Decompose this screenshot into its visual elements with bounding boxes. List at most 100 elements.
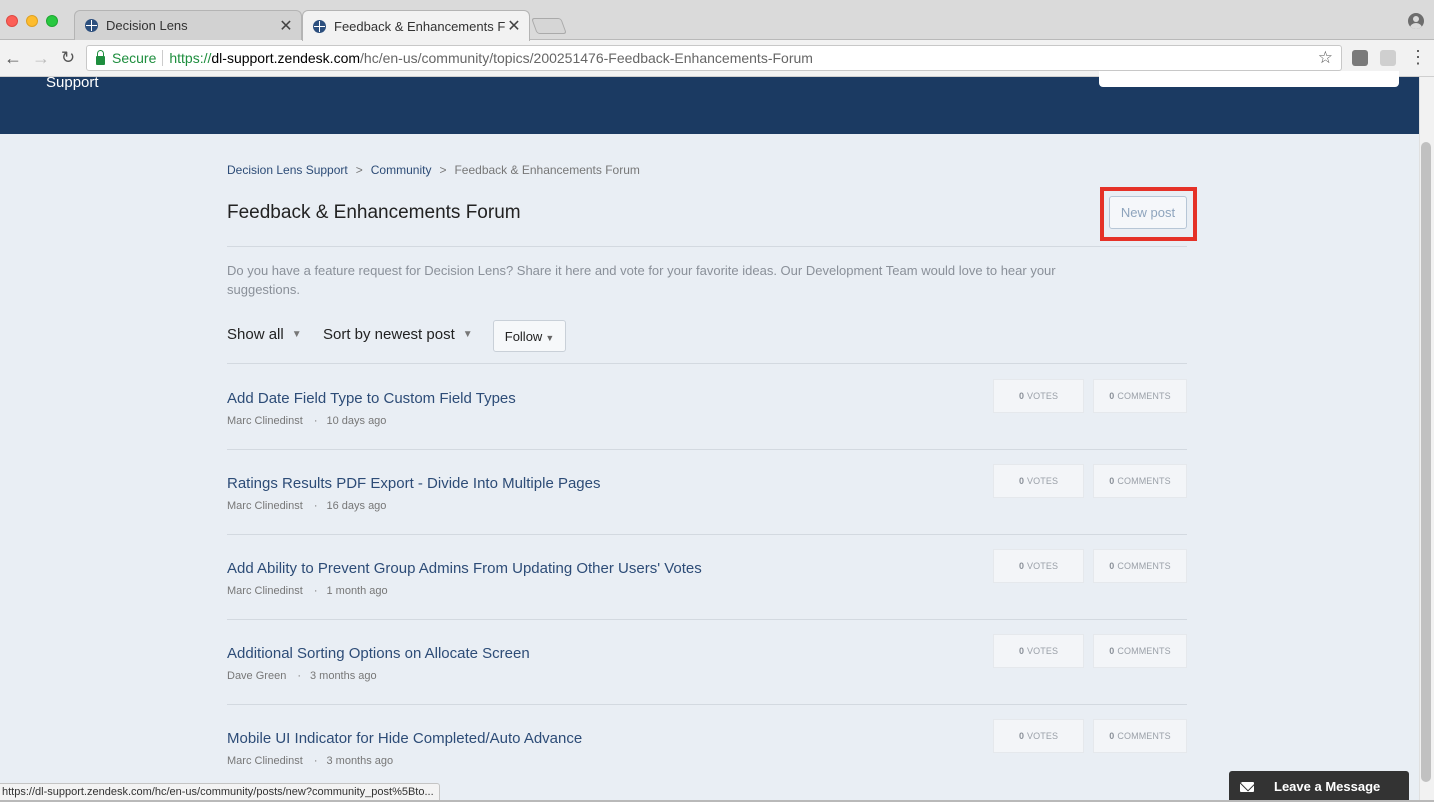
chevron-down-icon: ▼ xyxy=(545,332,555,343)
lock-icon xyxy=(96,49,105,65)
browser-tab-feedback-forum[interactable]: Feedback & Enhancements Fo ✕ xyxy=(302,10,530,41)
tab-title: Decision Lens xyxy=(106,18,188,33)
comment-count: 0 xyxy=(1109,561,1115,571)
post-author[interactable]: Marc Clinedinst xyxy=(227,755,303,767)
breadcrumb-separator: > xyxy=(355,163,363,177)
post-author[interactable]: Marc Clinedinst xyxy=(227,415,303,427)
vote-count-badge: 0 VOTES xyxy=(993,379,1084,413)
post-author[interactable]: Dave Green xyxy=(227,670,286,682)
post-meta: Marc Clinedinst · 16 days ago xyxy=(227,500,386,512)
sort-label: Sort by newest post xyxy=(323,326,455,343)
post-title-link[interactable]: Mobile UI Indicator for Hide Completed/A… xyxy=(227,730,582,747)
minimize-window-icon[interactable] xyxy=(26,15,38,27)
sort-dropdown[interactable]: Sort by newest post ▼ xyxy=(323,326,473,343)
vote-label: VOTES xyxy=(1027,561,1059,571)
leave-message-button[interactable]: Leave a Message xyxy=(1229,771,1409,802)
meta-separator: · xyxy=(313,585,318,597)
comment-count: 0 xyxy=(1109,476,1115,486)
post-title-link[interactable]: Add Date Field Type to Custom Field Type… xyxy=(227,390,516,407)
browser-tab-bar: Decision Lens ✕ Feedback & Enhancements … xyxy=(0,0,1434,41)
post-row: Add Ability to Prevent Group Admins From… xyxy=(227,534,1187,619)
breadcrumb-link-community[interactable]: Community xyxy=(371,163,432,177)
breadcrumb-separator: > xyxy=(439,163,447,177)
new-tab-button[interactable] xyxy=(531,18,567,34)
forward-arrow-icon[interactable]: → xyxy=(31,48,51,68)
vote-label: VOTES xyxy=(1027,391,1059,401)
scrollbar-thumb[interactable] xyxy=(1421,142,1431,782)
follow-button[interactable]: Follow ▼ xyxy=(493,320,566,352)
new-post-button[interactable]: New post xyxy=(1109,196,1187,229)
comment-label: COMMENTS xyxy=(1117,476,1171,486)
chevron-down-icon: ▼ xyxy=(462,329,473,340)
comment-label: COMMENTS xyxy=(1117,391,1171,401)
vote-count-badge: 0 VOTES xyxy=(993,634,1084,668)
comment-count-badge: 0 COMMENTS xyxy=(1093,464,1187,498)
vote-count-badge: 0 VOTES xyxy=(993,464,1084,498)
header-search-input[interactable] xyxy=(1099,71,1399,87)
post-meta: Marc Clinedinst · 3 months ago xyxy=(227,755,393,767)
comment-count-badge: 0 COMMENTS xyxy=(1093,719,1187,753)
extension-icon[interactable] xyxy=(1352,50,1368,66)
post-row: Ratings Results PDF Export - Divide Into… xyxy=(227,449,1187,534)
tab-close-icon[interactable]: ✕ xyxy=(505,16,523,36)
post-time: 1 month ago xyxy=(326,585,388,597)
vote-count: 0 xyxy=(1018,391,1025,401)
browser-tab-decision-lens[interactable]: Decision Lens ✕ xyxy=(74,10,302,40)
vote-count-badge: 0 VOTES xyxy=(993,549,1084,583)
post-title-link[interactable]: Additional Sorting Options on Allocate S… xyxy=(227,645,530,662)
comment-label: COMMENTS xyxy=(1117,731,1171,741)
bookmark-star-icon[interactable]: ☆ xyxy=(1318,48,1333,68)
vote-label: VOTES xyxy=(1027,646,1059,656)
chevron-down-icon: ▼ xyxy=(291,329,302,340)
secure-label: Secure xyxy=(112,50,157,66)
post-author[interactable]: Marc Clinedinst xyxy=(227,500,303,512)
post-meta: Dave Green · 3 months ago xyxy=(227,670,377,682)
profile-icon[interactable] xyxy=(1408,13,1424,29)
site-favicon-icon xyxy=(313,19,326,33)
post-time: 16 days ago xyxy=(326,500,387,512)
post-row: Mobile UI Indicator for Hide Completed/A… xyxy=(227,704,1187,789)
meta-separator: · xyxy=(297,670,301,682)
address-bar[interactable]: Secure https://dl-support.zendesk.com/hc… xyxy=(86,45,1342,71)
url-scheme: https:// xyxy=(169,50,212,66)
comment-count: 0 xyxy=(1109,646,1115,656)
meta-separator: · xyxy=(313,415,318,427)
back-arrow-icon[interactable]: ← xyxy=(3,48,23,68)
comment-count-badge: 0 COMMENTS xyxy=(1093,549,1187,583)
reload-icon[interactable]: ↻ xyxy=(58,48,78,68)
comment-count-badge: 0 COMMENTS xyxy=(1093,379,1187,413)
comment-count: 0 xyxy=(1109,391,1115,401)
extension-icon[interactable] xyxy=(1380,50,1396,66)
vote-label: VOTES xyxy=(1027,476,1059,486)
post-meta: Marc Clinedinst · 10 days ago xyxy=(227,415,386,427)
post-title-link[interactable]: Ratings Results PDF Export - Divide Into… xyxy=(227,475,600,492)
comment-count: 0 xyxy=(1109,731,1115,741)
maximize-window-icon[interactable] xyxy=(46,15,58,27)
address-divider xyxy=(162,50,164,66)
tab-close-icon[interactable]: ✕ xyxy=(277,16,295,36)
vote-count: 0 xyxy=(1018,561,1025,571)
show-filter-label: Show all xyxy=(227,326,284,343)
brand-logo-text[interactable]: Support xyxy=(46,74,99,91)
vote-count-badge: 0 VOTES xyxy=(993,719,1084,753)
post-row: Add Date Field Type to Custom Field Type… xyxy=(227,364,1187,449)
post-time: 3 months ago xyxy=(326,755,394,767)
show-filter-dropdown[interactable]: Show all ▼ xyxy=(227,326,302,343)
meta-separator: · xyxy=(313,755,318,767)
vote-count: 0 xyxy=(1018,476,1025,486)
close-window-icon[interactable] xyxy=(6,15,18,27)
tab-title: Feedback & Enhancements Fo xyxy=(334,18,505,34)
post-time: 3 months ago xyxy=(309,670,377,682)
post-author[interactable]: Marc Clinedinst xyxy=(227,585,303,597)
comment-count-badge: 0 COMMENTS xyxy=(1093,634,1187,668)
browser-menu-icon[interactable]: ⋮ xyxy=(1409,48,1427,66)
post-row: Additional Sorting Options on Allocate S… xyxy=(227,619,1187,704)
page-title: Feedback & Enhancements Forum xyxy=(227,202,521,223)
vote-label: VOTES xyxy=(1027,731,1059,741)
meta-separator: · xyxy=(313,500,318,512)
leave-message-label: Leave a Message xyxy=(1274,779,1381,794)
breadcrumb-link-support[interactable]: Decision Lens Support xyxy=(227,163,348,177)
site-header: Support xyxy=(0,71,1419,134)
post-title-link[interactable]: Add Ability to Prevent Group Admins From… xyxy=(227,560,702,577)
url-host: dl-support.zendesk.com xyxy=(211,50,361,66)
